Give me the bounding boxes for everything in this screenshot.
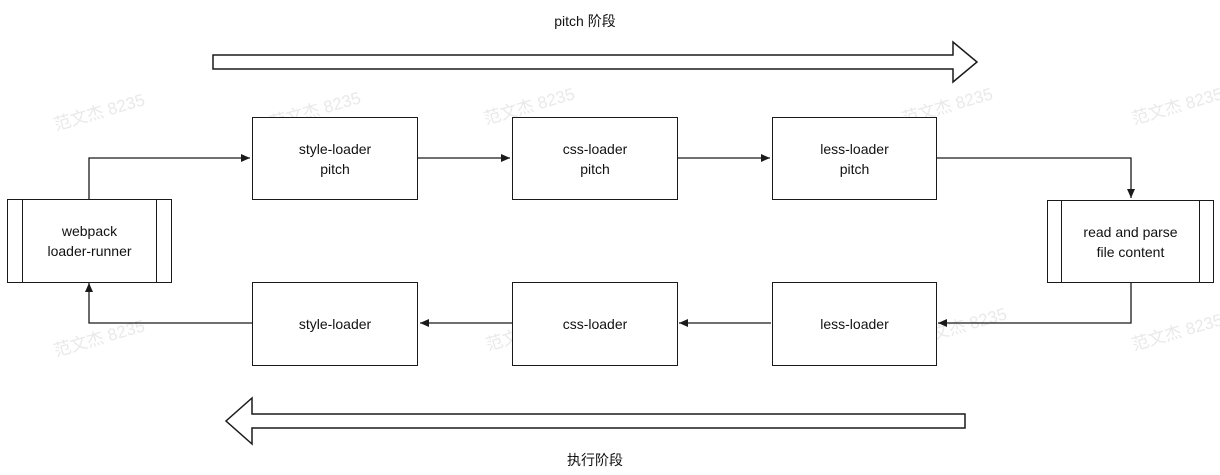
style-loader-label: style-loader [298,316,372,332]
style-loader-pitch-label: style-loader pitch [298,140,372,177]
css-loader-node: css-loader [512,282,678,366]
less-loader-pitch-node: less-loader pitch [772,117,937,200]
loader-runner-label: webpack loader-runner [47,223,132,259]
css-loader-label: css-loader [562,316,628,332]
loader-runner-node: webpack loader-runner [7,199,172,283]
connector-less-pitch-to-read [937,157,1135,198]
process-bar-left [22,200,23,282]
read-parse-node: read and parse file content [1047,200,1214,283]
css-loader-pitch-label: css-loader pitch [562,140,628,177]
less-loader-label: less-loader [820,316,889,332]
read-parse-label: read and parse file content [1083,223,1178,260]
pitch-stage-arrow [212,40,979,84]
exec-stage-label: 执行阶段 [567,452,623,468]
exec-stage-arrow [224,396,966,446]
pitch-stage-label: pitch 阶段 [554,13,616,29]
connector-style-to-runner [85,283,252,324]
process-bar-left [1061,201,1062,282]
process-bar-right [156,200,157,282]
css-loader-pitch-node: css-loader pitch [512,117,678,200]
connector-read-to-less [938,283,1132,327]
less-loader-pitch-label: less-loader pitch [820,140,889,177]
less-loader-node: less-loader [772,282,937,366]
connector-runner-to-style-pitch [88,154,250,199]
style-loader-node: style-loader [252,282,418,366]
diagram-canvas [49,40,1135,446]
style-loader-pitch-node: style-loader pitch [252,117,418,200]
process-bar-right [1199,201,1200,282]
